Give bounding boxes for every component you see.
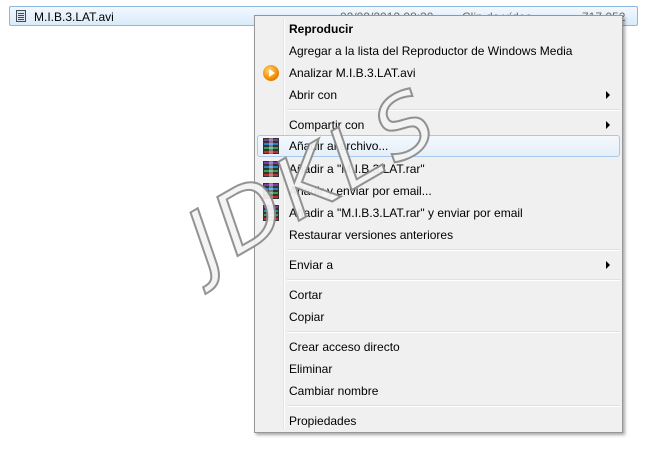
menu-item-label: Añadir al archivo... (289, 139, 389, 153)
menu-item-label: Eliminar (289, 362, 333, 376)
menu-item-properties[interactable]: Propiedades (257, 410, 620, 432)
menu-item-rename[interactable]: Cambiar nombre (257, 380, 620, 402)
menu-item-label: Analizar M.I.B.3.LAT.avi (289, 66, 416, 80)
menu-item-label: Abrir con (289, 88, 338, 102)
menu-item-label: Propiedades (289, 414, 357, 428)
menu-item-label: Añadir y enviar por email... (289, 184, 432, 198)
antivirus-scan-icon (263, 65, 279, 81)
winrar-archive-icon (263, 161, 279, 177)
menu-separator (287, 331, 620, 333)
menu-item-create-shortcut[interactable]: Crear acceso directo (257, 336, 620, 358)
menu-item-label: Añadir a "M.I.B.3.LAT.rar" (289, 162, 425, 176)
submenu-arrow-icon (606, 261, 610, 269)
menu-item-copy[interactable]: Copiar (257, 306, 620, 328)
menu-item-label: Añadir a "M.I.B.3.LAT.rar" y enviar por … (289, 206, 523, 220)
menu-item-add-and-email[interactable]: Añadir y enviar por email... (257, 180, 620, 202)
menu-item-label: Crear acceso directo (289, 340, 400, 354)
submenu-arrow-icon (606, 121, 610, 129)
menu-item-add-rar-and-email[interactable]: Añadir a "M.I.B.3.LAT.rar" y enviar por … (257, 202, 620, 224)
menu-item-label: Cambiar nombre (289, 384, 379, 398)
menu-item-label: Restaurar versiones anteriores (289, 228, 454, 242)
menu-item-add-to-archive[interactable]: Añadir al archivo... (257, 135, 620, 157)
menu-item-scan[interactable]: Analizar M.I.B.3.LAT.avi (257, 62, 620, 84)
file-name: M.I.B.3.LAT.avi (34, 10, 114, 24)
menu-item-label: Agregar a la lista del Reproductor de Wi… (289, 44, 573, 58)
menu-separator (287, 279, 620, 281)
menu-separator (287, 249, 620, 251)
menu-item-send-to[interactable]: Enviar a (257, 254, 620, 276)
menu-separator (287, 109, 620, 111)
context-menu: Reproducir Agregar a la lista del Reprod… (254, 15, 623, 433)
menu-item-share-with[interactable]: Compartir con (257, 114, 620, 136)
menu-item-label: Enviar a (289, 258, 334, 272)
menu-item-restore-versions[interactable]: Restaurar versiones anteriores (257, 224, 620, 246)
menu-item-play[interactable]: Reproducir (257, 18, 620, 40)
menu-item-add-to-rar[interactable]: Añadir a "M.I.B.3.LAT.rar" (257, 158, 620, 180)
menu-item-cut[interactable]: Cortar (257, 284, 620, 306)
menu-separator (287, 405, 620, 407)
winrar-archive-icon (263, 138, 279, 154)
winrar-archive-icon (263, 205, 279, 221)
menu-item-open-with[interactable]: Abrir con (257, 84, 620, 106)
menu-item-label: Reproducir (289, 22, 354, 36)
menu-item-label: Compartir con (289, 118, 365, 132)
menu-item-add-to-wmp[interactable]: Agregar a la lista del Reproductor de Wi… (257, 40, 620, 62)
menu-item-label: Cortar (289, 288, 323, 302)
menu-item-label: Copiar (289, 310, 325, 324)
video-file-icon (16, 10, 26, 22)
winrar-archive-icon (263, 183, 279, 199)
menu-item-delete[interactable]: Eliminar (257, 358, 620, 380)
submenu-arrow-icon (606, 91, 610, 99)
